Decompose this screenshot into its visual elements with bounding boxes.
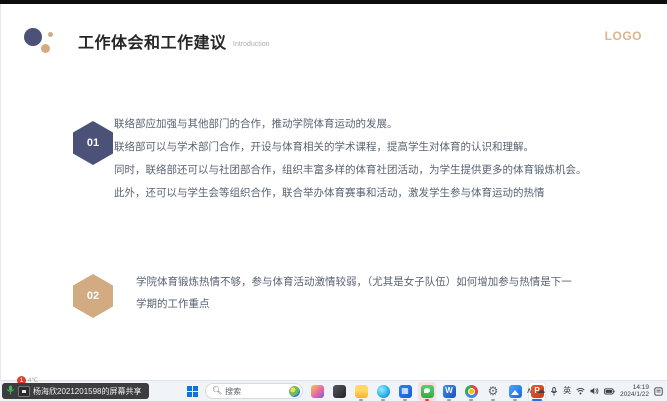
start-button[interactable]: [184, 383, 200, 399]
clock-date: 2024/1/22: [620, 391, 649, 399]
hexagon-point-01: 01: [73, 121, 113, 165]
settings-glyph: ⚙: [487, 385, 500, 398]
chrome-glyph: [465, 385, 478, 398]
wechat-glyph: [421, 385, 434, 398]
chevron-up-icon[interactable]: ∧: [526, 387, 532, 395]
running-indicator: [491, 399, 495, 401]
screen-share-icon: [18, 386, 30, 397]
deco-circle-tan-medium: [41, 44, 50, 53]
edge-glyph: [377, 385, 390, 398]
system-tray: ∧ ☁ 英 14:19 2024/1/22: [526, 381, 663, 401]
deco-circle-navy: [24, 28, 42, 46]
slide-subtitle: Introduction: [233, 41, 270, 48]
text-line: 学院体育锻炼热情不够，参与体育活动激情较弱，（尤其是女子队伍）如何增加参与热情是…: [136, 271, 572, 293]
wifi-icon[interactable]: [576, 387, 585, 395]
dark-window-icon[interactable]: [330, 382, 348, 401]
taskbar-apps: ▦W⚙P: [308, 382, 546, 401]
microphone-icon: [6, 382, 15, 400]
blue-grid-app-icon[interactable]: ▦: [396, 382, 414, 401]
screen-share-text: 杨海欣2021201598的屏幕共享: [33, 386, 142, 397]
running-indicator: [381, 399, 385, 401]
search-placeholder: 搜索: [225, 386, 286, 397]
text-line: 联络部应加强与其他部门的合作，推动学院体育运动的发展。: [114, 113, 587, 136]
running-indicator: [469, 399, 473, 401]
speaker-icon[interactable]: [590, 387, 599, 395]
text-line: 同时，联络部还可以与社团部合作，组织丰富多样的体育社团活动，为学生提供更多的体育…: [114, 159, 587, 182]
running-indicator: [425, 399, 429, 401]
text-line: 此外，还可以与学生会等组织合作，联合举办体育赛事和活动，激发学生参与体育运动的热…: [114, 182, 587, 205]
ime-indicator[interactable]: 英: [563, 387, 571, 395]
search-icon: 🔍︎: [212, 387, 222, 395]
hexagon-point-02: 02: [73, 274, 113, 318]
logo-text: LOGO: [605, 29, 642, 43]
colorful-app-icon[interactable]: [308, 382, 326, 401]
point-02-number: 02: [87, 290, 99, 302]
running-indicator: [403, 399, 407, 401]
battery-icon[interactable]: [604, 388, 615, 395]
slide: 工作体会和工作建议 Introduction LOGO 01 联络部应加强与其他…: [0, 4, 667, 381]
microphone-icon[interactable]: [550, 387, 558, 396]
file-explorer-glyph: [355, 385, 368, 398]
cloud-icon[interactable]: ☁: [537, 387, 545, 395]
search-input[interactable]: 🔍︎ 搜索: [205, 383, 303, 399]
dark-window-glyph: [333, 385, 346, 398]
search-highlight-globe-icon[interactable]: [289, 386, 300, 397]
windows-logo-icon: [187, 386, 198, 397]
point-01-number: 01: [87, 137, 99, 149]
word-icon[interactable]: W: [440, 382, 458, 401]
meeting-app-icon[interactable]: [506, 382, 524, 401]
meeting-app-glyph: [509, 385, 522, 398]
edge-icon[interactable]: [374, 382, 392, 401]
wechat-icon[interactable]: [418, 382, 436, 401]
text-line: 联络部可以与学术部门合作，开设与体育相关的学术课程，提高学生对体育的认识和理解。: [114, 136, 587, 159]
running-indicator: [447, 399, 451, 401]
chrome-icon[interactable]: [462, 382, 480, 401]
screen-share-banner[interactable]: 杨海欣2021201598的屏幕共享: [2, 383, 149, 399]
word-glyph: W: [443, 385, 456, 398]
text-line: 学期的工作重点: [136, 293, 572, 315]
deco-circle-tan-small: [48, 32, 53, 37]
running-indicator: [513, 399, 517, 401]
blue-grid-app-glyph: ▦: [399, 385, 412, 398]
file-explorer-icon[interactable]: [352, 382, 370, 401]
point-01-text: 联络部应加强与其他部门的合作，推动学院体育运动的发展。联络部可以与学术部门合作，…: [114, 113, 587, 205]
clock-time: 14:19: [620, 384, 649, 392]
point-02-text: 学院体育锻炼热情不够，参与体育活动激情较弱，（尤其是女子队伍）如何增加参与热情是…: [136, 271, 572, 315]
running-indicator: [359, 399, 363, 401]
slide-title: 工作体会和工作建议: [78, 29, 227, 53]
settings-icon[interactable]: ⚙: [484, 382, 502, 401]
notification-center-icon[interactable]: [654, 387, 663, 396]
taskbar-clock[interactable]: 14:19 2024/1/22: [620, 384, 649, 399]
colorful-app-glyph: [311, 385, 324, 398]
